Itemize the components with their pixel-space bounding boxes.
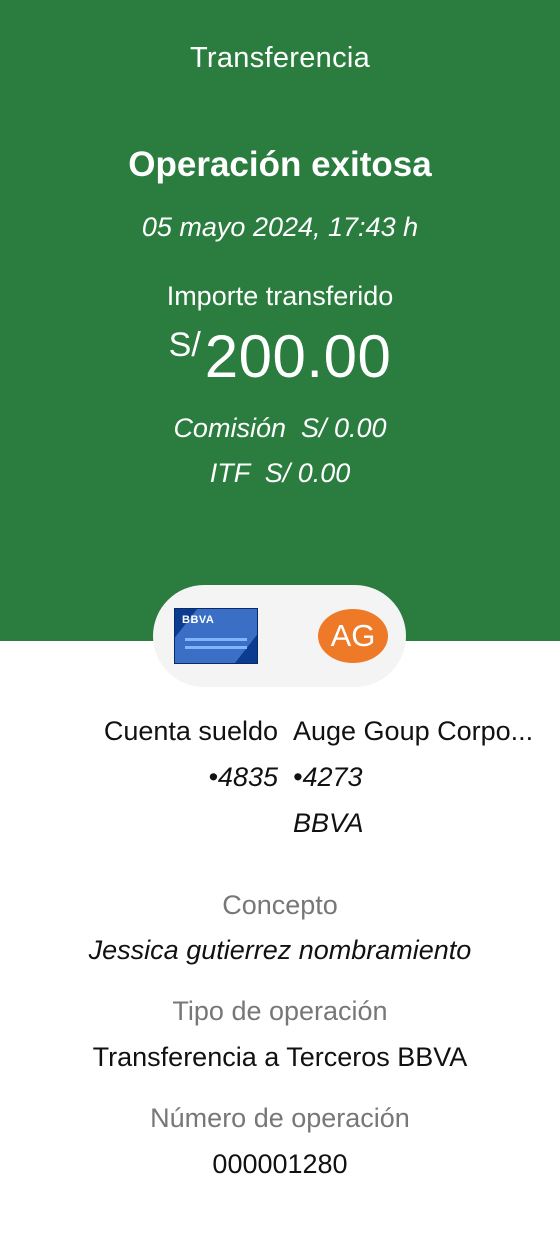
amount-label: Importe transferido: [166, 281, 394, 311]
currency-symbol: S/: [168, 326, 201, 364]
origin-account-number: •4835: [208, 762, 278, 792]
destination-account-name: Auge Goup Corpo...: [293, 716, 534, 746]
operation-number-label: Número de operación: [150, 1103, 410, 1133]
concept-value: Jessica gutierrez nombramiento: [88, 935, 472, 965]
concept-label: Concepto: [222, 890, 338, 920]
origin-account-name: Cuenta sueldo: [103, 716, 278, 746]
transfer-receipt: Transferencia Operación exitosa 05 mayo …: [0, 0, 560, 1235]
operation-type-label: Tipo de operación: [172, 996, 388, 1026]
transfer-amount: 200.00: [204, 323, 392, 390]
page-title: Transferencia: [189, 42, 371, 74]
amount-display: S/200.00: [0, 322, 560, 391]
destination-account-number: •4273: [293, 762, 363, 792]
accounts-pill: BBVA AG: [153, 585, 406, 687]
destination-account: Auge Goup Corpo... •4273 BBVA: [293, 708, 533, 846]
card-brand-text: BBVA: [182, 614, 215, 626]
itf-text: ITF S/ 0.00: [209, 458, 351, 488]
status-title: Operación exitosa: [128, 145, 432, 184]
operation-datetime: 05 mayo 2024, 17:43 h: [141, 212, 419, 242]
receipt-header: Transferencia Operación exitosa 05 mayo …: [0, 0, 560, 641]
destination-bank: BBVA: [293, 808, 364, 838]
origin-account: Cuenta sueldo •4835: [104, 708, 278, 800]
operation-number-value: 000001280: [212, 1149, 348, 1179]
commission-text: Comisión S/ 0.00: [173, 413, 387, 443]
operation-type-value: Transferencia a Terceros BBVA: [92, 1042, 468, 1072]
card-stripe: [185, 638, 247, 641]
bbva-card-icon: BBVA: [174, 608, 258, 664]
recipient-avatar: AG: [318, 609, 388, 663]
card-stripe: [185, 646, 247, 649]
